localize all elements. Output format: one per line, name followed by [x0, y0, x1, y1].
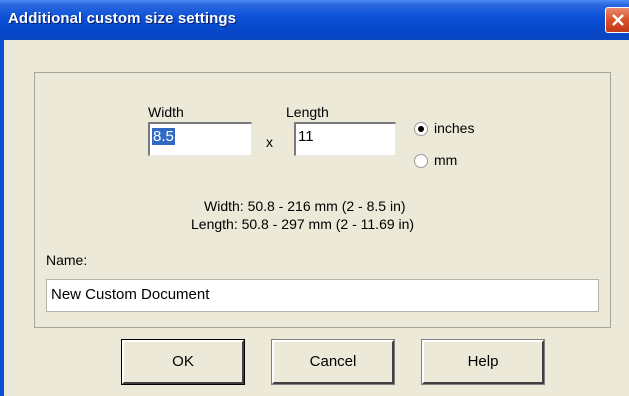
- inches-label[interactable]: inches: [434, 120, 474, 136]
- radio-selected-dot: [418, 126, 424, 132]
- times-symbol: x: [266, 134, 273, 150]
- width-input[interactable]: 8.5: [148, 122, 252, 156]
- length-input[interactable]: 11: [294, 122, 396, 156]
- width-label: Width: [148, 104, 184, 120]
- name-label: Name:: [46, 252, 88, 268]
- window-title: Additional custom size settings: [8, 10, 237, 27]
- inches-radio[interactable]: [414, 122, 428, 136]
- length-label: Length: [286, 104, 329, 120]
- name-input[interactable]: New Custom Document: [46, 279, 599, 312]
- length-range-text: Length: 50.8 - 297 mm (2 - 11.69 in): [191, 216, 415, 232]
- width-value: 8.5: [152, 128, 175, 145]
- window-frame-left: [0, 40, 4, 396]
- mm-radio[interactable]: [414, 154, 428, 168]
- help-button[interactable]: Help: [421, 339, 545, 385]
- length-value: 11: [298, 128, 314, 145]
- ok-button[interactable]: OK: [121, 339, 245, 385]
- width-range-text: Width: 50.8 - 216 mm (2 - 8.5 in): [204, 198, 406, 214]
- dialog-window: Additional custom size settings Width 8.…: [0, 0, 629, 396]
- name-value: New Custom Document: [51, 286, 210, 303]
- close-icon: [612, 14, 624, 26]
- cancel-button[interactable]: Cancel: [271, 339, 395, 385]
- close-button[interactable]: [605, 7, 629, 33]
- title-bar[interactable]: Additional custom size settings: [0, 0, 629, 40]
- mm-label[interactable]: mm: [434, 152, 457, 168]
